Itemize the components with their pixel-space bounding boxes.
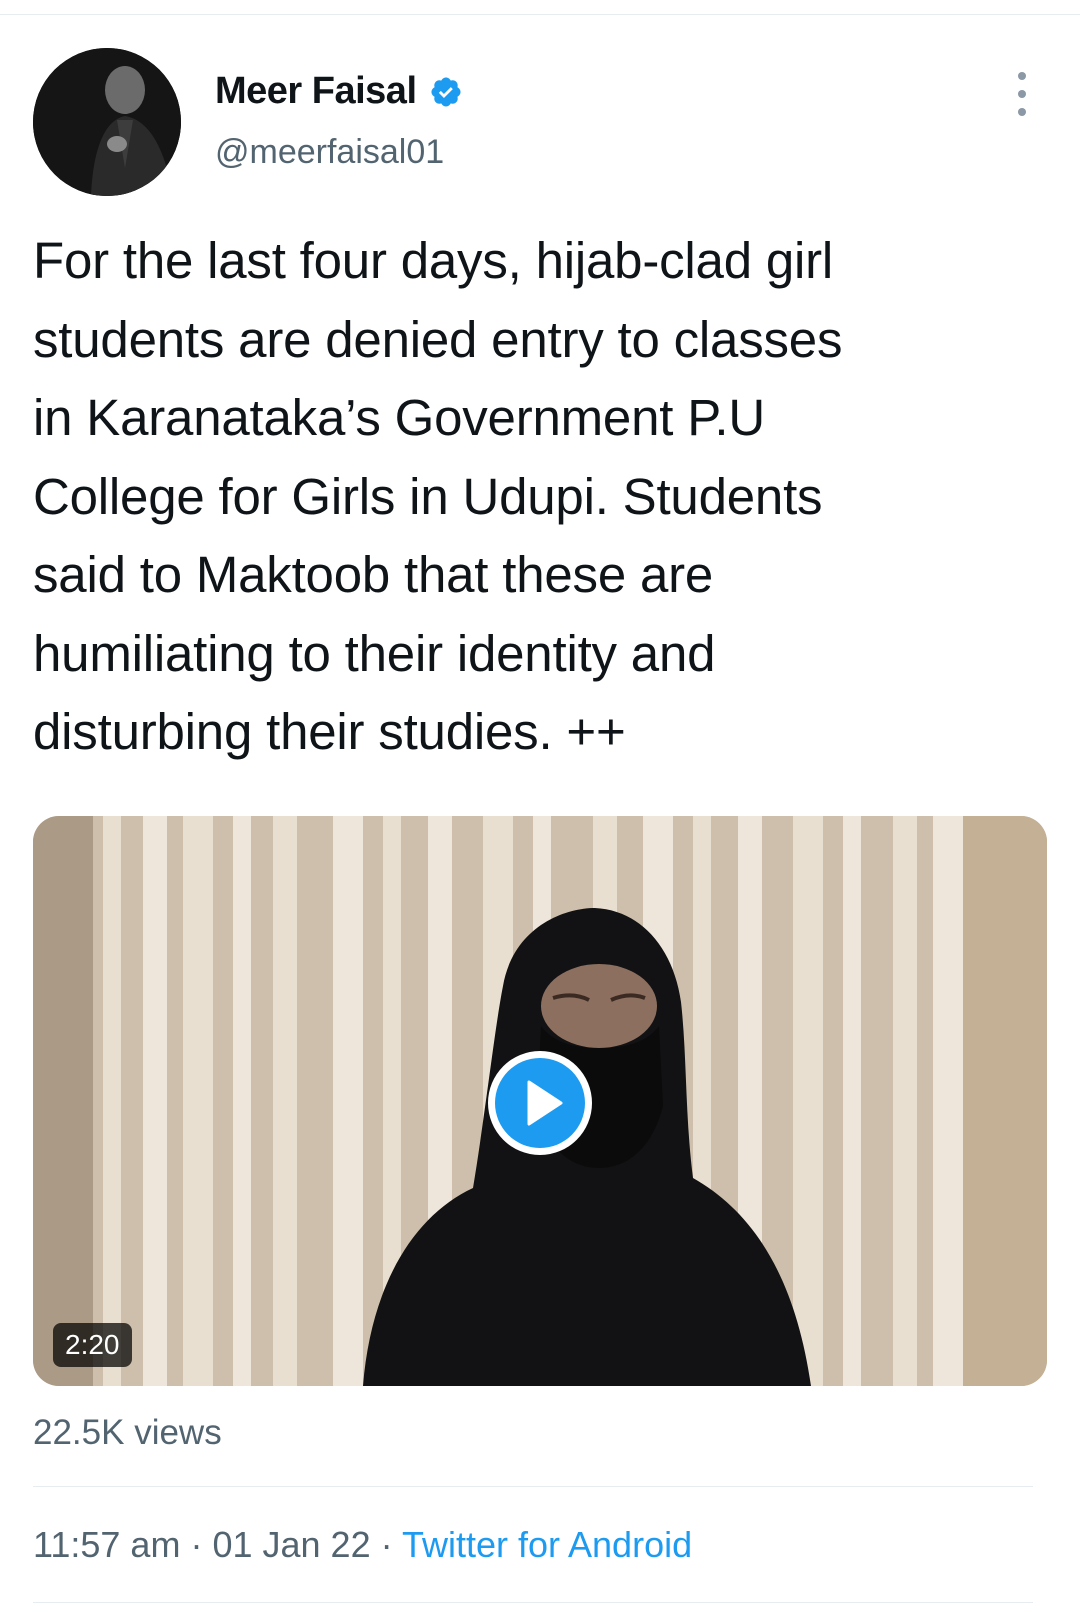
meta-separator: ·: [380, 1524, 393, 1565]
verified-badge-icon: [429, 75, 463, 109]
avatar[interactable]: [33, 48, 181, 196]
tweet-metadata: 11:57 am · 01 Jan 22 · Twitter for Andro…: [33, 1524, 692, 1566]
divider: [33, 1486, 1033, 1487]
tweet-date[interactable]: 01 Jan 22: [212, 1524, 370, 1565]
tweet-source-link[interactable]: Twitter for Android: [402, 1524, 692, 1565]
video-player[interactable]: 2:20: [33, 816, 1047, 1386]
more-options-icon[interactable]: [1012, 72, 1032, 116]
divider: [33, 1602, 1033, 1603]
meta-separator: ·: [190, 1524, 203, 1565]
author-handle[interactable]: @meerfaisal01: [215, 133, 444, 172]
tweet-text: For the last four days, hijab-clad girl …: [33, 232, 843, 760]
tweet-time[interactable]: 11:57 am: [33, 1524, 180, 1565]
play-icon[interactable]: [485, 1048, 595, 1158]
author-display-name[interactable]: Meer Faisal: [215, 70, 463, 113]
video-duration-badge: 2:20: [53, 1323, 132, 1367]
view-count[interactable]: 22.5K views: [33, 1413, 222, 1453]
author-name-text: Meer Faisal: [215, 70, 417, 112]
top-divider: [0, 14, 1080, 15]
